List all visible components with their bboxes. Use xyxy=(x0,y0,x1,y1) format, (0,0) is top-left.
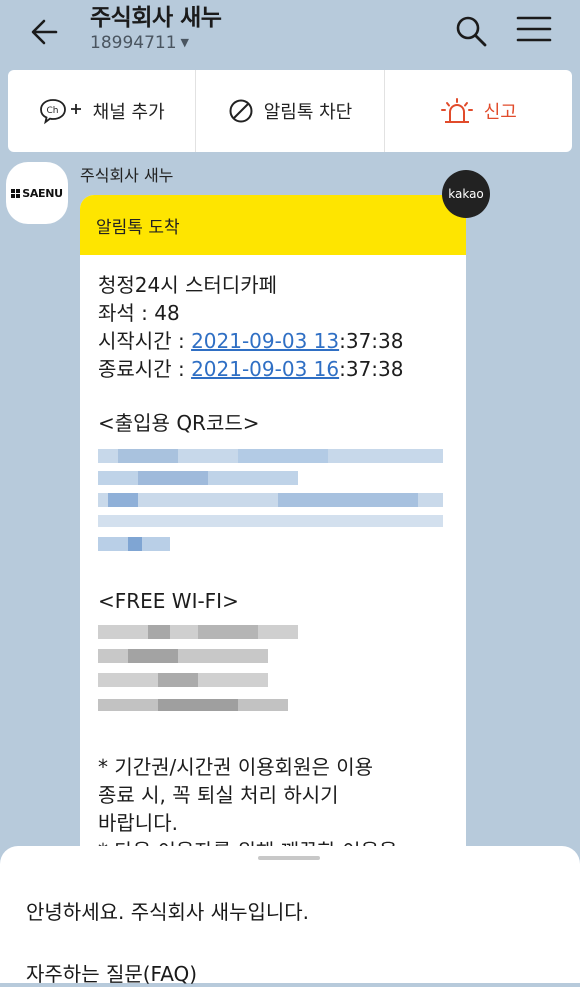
block-icon xyxy=(229,99,253,123)
block-alimtalk-label: 알림톡 차단 xyxy=(263,102,353,123)
saenu-logo-mark xyxy=(11,188,21,198)
wifi-heading: <FREE WI-FI> xyxy=(98,589,239,613)
start-time-label: 시작시간 : xyxy=(98,329,192,353)
qr-heading: <출입용 QR코드> xyxy=(98,411,260,435)
wifi-info-blurred xyxy=(98,619,448,729)
qr-code-blurred xyxy=(98,441,448,569)
seat-info: 좌석 : 48 xyxy=(98,301,180,325)
end-time-rest: :37:38 xyxy=(339,357,404,381)
store-name: 청정24시 스터디카페 xyxy=(98,273,278,297)
message-bubble: 알림톡 도착 청정24시 스터디카페 좌석 : 48 시작시간 : 2021-0… xyxy=(80,195,466,895)
report-button[interactable]: 신고 xyxy=(383,70,572,152)
hamburger-menu-icon[interactable] xyxy=(516,14,552,44)
start-time-row: 시작시간 : 2021-09-03 13:37:38 xyxy=(98,327,448,355)
report-label: 신고 xyxy=(483,102,517,123)
notice-line-3: 바랍니다. xyxy=(98,811,178,835)
channel-avatar[interactable]: SAENU xyxy=(6,162,68,224)
top-bar: 주식회사 새누 18994711 ▼ xyxy=(0,0,580,62)
sender-name: 주식회사 새누 xyxy=(80,166,174,185)
block-alimtalk-button[interactable]: 알림톡 차단 xyxy=(195,70,383,152)
caret-down-icon: ▼ xyxy=(180,36,189,49)
message-header: 알림톡 도착 xyxy=(80,195,466,255)
message-header-label: 알림톡 도착 xyxy=(96,217,180,238)
channel-id-dropdown[interactable]: 18994711 ▼ xyxy=(90,33,189,53)
search-icon[interactable] xyxy=(454,14,488,48)
greeting-message: 안녕하세요. 주식회사 새누입니다. xyxy=(26,900,310,924)
add-channel-button[interactable]: Ch 채널 추가 xyxy=(8,70,195,152)
channel-action-bar: Ch 채널 추가 알림톡 차단 신고 xyxy=(8,70,572,152)
end-time-row: 종료시간 : 2021-09-03 16:37:38 xyxy=(98,355,448,383)
end-date-link[interactable]: 2021-09-03 16 xyxy=(191,357,339,381)
svg-text:Ch: Ch xyxy=(46,106,58,116)
kakao-badge: kakao xyxy=(442,170,490,218)
avatar-text: SAENU xyxy=(22,186,63,200)
sheet-drag-handle[interactable] xyxy=(258,856,320,860)
start-time-rest: :37:38 xyxy=(339,329,404,353)
notice-line-2: 종료 시, 꼭 퇴실 처리 하시기 xyxy=(98,783,339,807)
notice-line-1: * 기간권/시간권 이용회원은 이용 xyxy=(98,755,374,779)
channel-id: 18994711 xyxy=(90,33,177,53)
message-body: 청정24시 스터디카페 좌석 : 48 시작시간 : 2021-09-03 13… xyxy=(80,255,466,865)
siren-icon xyxy=(440,98,473,123)
end-time-label: 종료시간 : xyxy=(98,357,192,381)
add-channel-label: 채널 추가 xyxy=(92,102,165,123)
start-date-link[interactable]: 2021-09-03 13 xyxy=(191,329,339,353)
bottom-sheet: 안녕하세요. 주식회사 새누입니다. 자주하는 질문(FAQ) xyxy=(0,846,580,986)
back-arrow-icon[interactable] xyxy=(26,14,66,50)
channel-plus-icon: Ch xyxy=(39,99,81,125)
channel-title: 주식회사 새누 xyxy=(90,5,222,31)
